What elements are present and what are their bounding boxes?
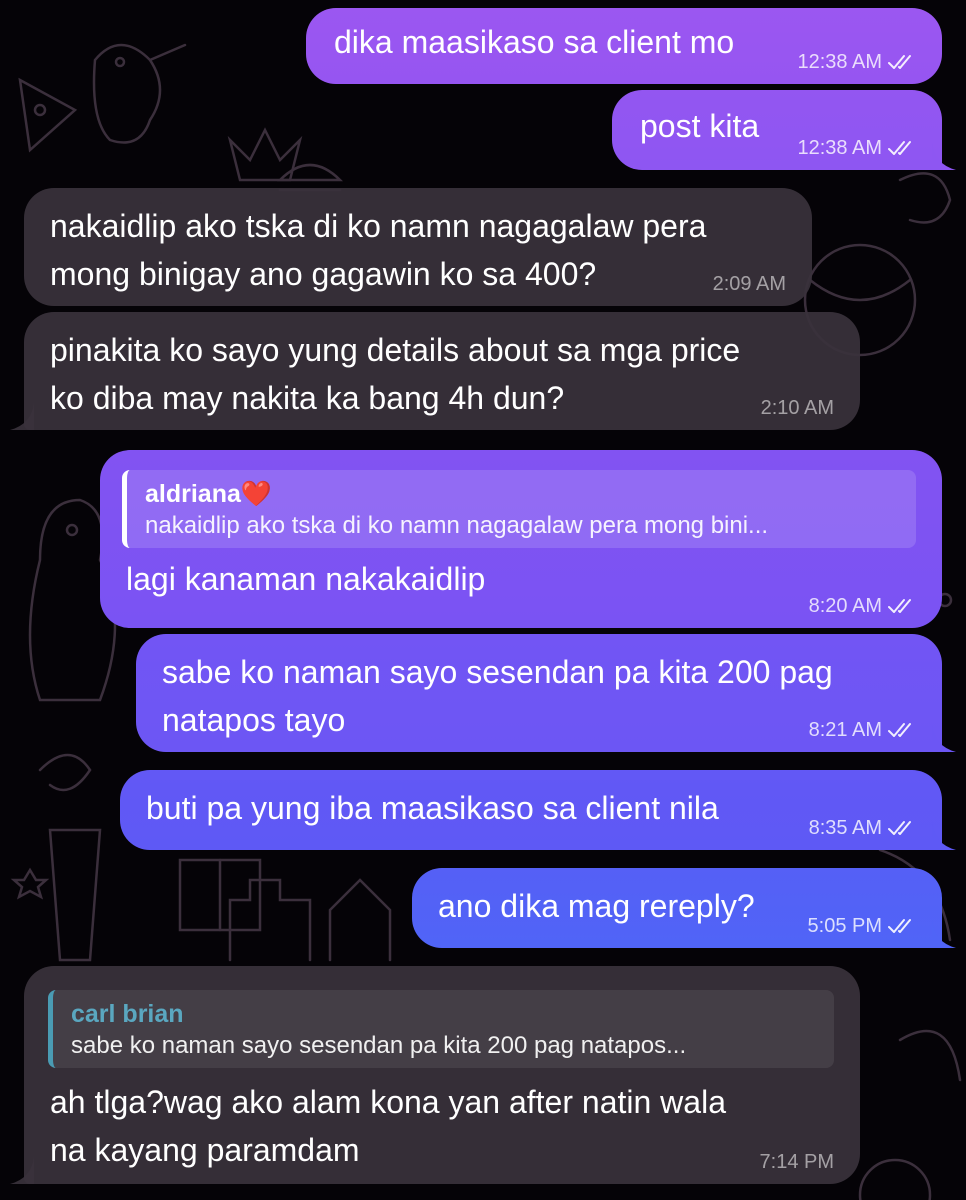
- outgoing-message[interactable]: post kita 12:38 AM: [612, 90, 956, 170]
- message-meta: 12:38 AM: [797, 136, 916, 160]
- message-text: lagi kanaman nakakaidlip: [126, 561, 486, 597]
- message-time: 7:14 PM: [759, 1151, 834, 1173]
- message-meta: 5:05 PM: [808, 914, 916, 938]
- message-text: nakaidlip ako tska di ko namn nagagalaw …: [50, 202, 784, 298]
- message-meta: 8:35 AM: [809, 816, 916, 840]
- double-check-icon: [888, 55, 911, 69]
- reply-quote[interactable]: aldriana❤️ nakaidlip ako tska di ko namn…: [122, 470, 916, 548]
- incoming-reply-message[interactable]: carl brian sabe ko naman sayo sesendan p…: [10, 966, 860, 1184]
- message-line: na kayang paramdam: [50, 1132, 360, 1168]
- message-line: pinakita ko sayo yung details about sa m…: [50, 332, 741, 368]
- double-check-icon: [888, 821, 911, 835]
- reply-quote[interactable]: carl brian sabe ko naman sayo sesendan p…: [48, 990, 834, 1068]
- double-check-icon: [888, 599, 911, 613]
- bubble-tail: [932, 920, 956, 948]
- reply-snippet: nakaidlip ako tska di ko namn nagagalaw …: [145, 512, 769, 539]
- bubble-tail: [932, 724, 956, 752]
- message-line: ah tlga?wag ako alam kona yan after nati…: [50, 1084, 726, 1120]
- outgoing-message[interactable]: dika maasikaso sa client mo 12:38 AM: [306, 8, 942, 84]
- message-line: natapos tayo: [162, 702, 346, 738]
- message-line: ko diba may nakita ka bang 4h dun?: [50, 380, 565, 416]
- incoming-message[interactable]: pinakita ko sayo yung details about sa m…: [10, 312, 860, 430]
- message-meta: 8:20 AM: [809, 594, 916, 618]
- double-check-icon: [888, 723, 911, 737]
- message-line: mong binigay ano gagawin ko sa 400?: [50, 256, 597, 292]
- bubble-tail: [932, 142, 956, 170]
- reply-snippet: sabe ko naman sayo sesendan pa kita 200 …: [71, 1032, 687, 1059]
- message-meta: 8:21 AM: [809, 718, 916, 742]
- message-time: 2:10 AM: [760, 397, 834, 419]
- message-meta: 12:38 AM: [797, 50, 916, 74]
- message-line: nakaidlip ako tska di ko namn nagagalaw …: [50, 208, 707, 244]
- bubble-tail: [10, 1156, 34, 1184]
- message-time: 5:05 PM: [807, 915, 882, 937]
- outgoing-message[interactable]: sabe ko naman sayo sesendan pa kita 200 …: [136, 634, 956, 752]
- outgoing-reply-message[interactable]: aldriana❤️ nakaidlip ako tska di ko namn…: [100, 450, 942, 628]
- message-time: 2:09 AM: [712, 273, 786, 295]
- message-text: ah tlga?wag ako alam kona yan after nati…: [48, 1078, 834, 1174]
- message-text: sabe ko naman sayo sesendan pa kita 200 …: [162, 648, 914, 744]
- message-text: buti pa yung iba maasikaso sa client nil…: [146, 790, 719, 826]
- message-time: 8:20 AM: [808, 595, 882, 617]
- reply-author: carl brian: [71, 1000, 184, 1028]
- message-meta: 2:10 AM: [761, 396, 834, 420]
- message-time: 12:38 AM: [797, 137, 882, 159]
- double-check-icon: [888, 141, 911, 155]
- message-meta: 2:09 AM: [713, 272, 786, 296]
- reply-author: aldriana❤️: [145, 480, 273, 508]
- message-time: 8:35 AM: [808, 817, 882, 839]
- message-time: 12:38 AM: [797, 51, 882, 73]
- message-text: pinakita ko sayo yung details about sa m…: [50, 326, 832, 422]
- double-check-icon: [888, 919, 911, 933]
- message-meta: 7:14 PM: [760, 1150, 834, 1174]
- outgoing-message[interactable]: ano dika mag rereply? 5:05 PM: [412, 868, 956, 948]
- bubble-tail: [10, 402, 34, 430]
- bubble-tail: [932, 822, 956, 850]
- message-time: 8:21 AM: [808, 719, 882, 741]
- outgoing-message[interactable]: buti pa yung iba maasikaso sa client nil…: [120, 770, 956, 850]
- incoming-message[interactable]: nakaidlip ako tska di ko namn nagagalaw …: [24, 188, 812, 306]
- message-line: sabe ko naman sayo sesendan pa kita 200 …: [162, 654, 833, 690]
